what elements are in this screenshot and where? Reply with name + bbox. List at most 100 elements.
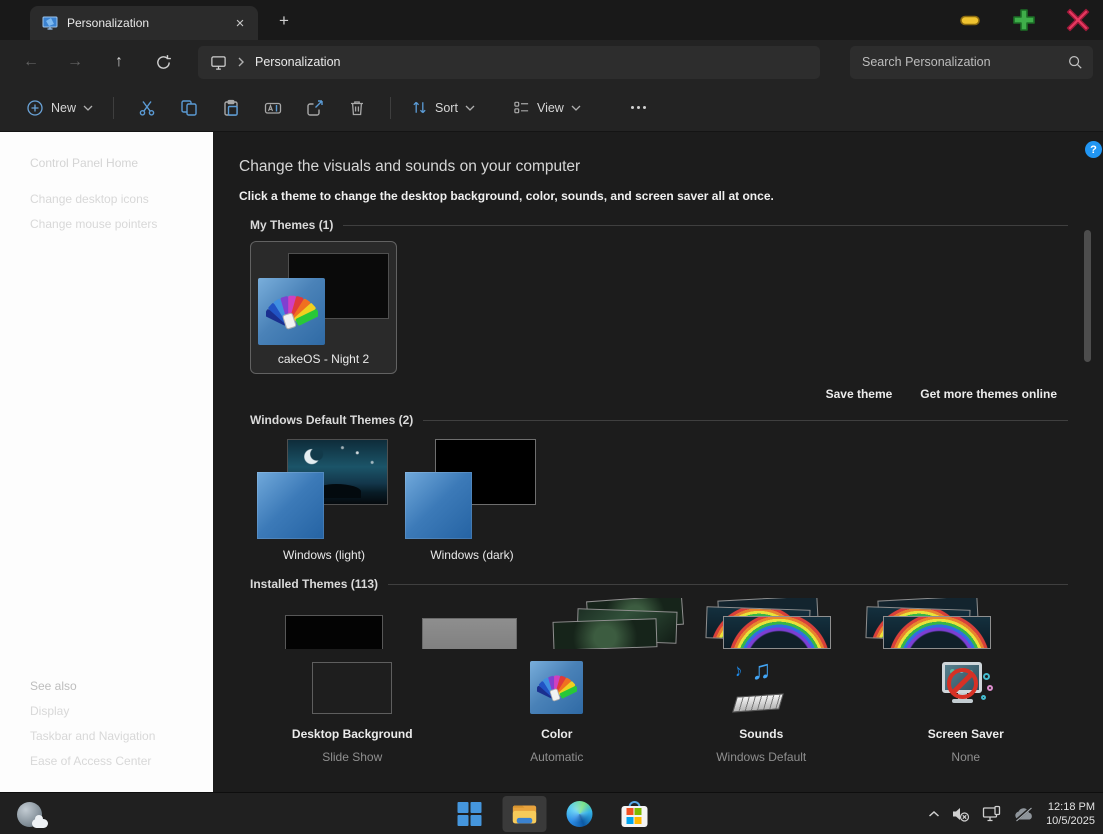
rename-button[interactable] [252,91,294,125]
page-title: Change the visuals and sounds on your co… [239,158,1103,176]
vertical-scrollbar[interactable] [1084,230,1091,362]
forward-button[interactable]: → [58,46,92,78]
close-button[interactable] [1065,7,1091,33]
new-button[interactable]: New [18,93,101,123]
microsoft-store-icon [621,801,647,828]
share-button[interactable] [294,91,336,125]
sidebar-item-change-mouse-pointers[interactable]: Change mouse pointers [30,212,203,237]
page-subtitle: Click a theme to change the desktop back… [239,189,1103,203]
sidebar-item-ease-of-access[interactable]: Ease of Access Center [30,749,203,774]
cut-icon [138,99,156,117]
cut-button[interactable] [126,91,168,125]
theme-name: cakeOS - Night 2 [251,352,396,366]
connected-devices-icon[interactable] [982,805,1002,823]
setting-color[interactable]: Color Automatic [455,661,660,764]
tab-personalization[interactable]: Personalization × [30,6,258,40]
start-button[interactable] [447,796,491,832]
theme-name: Windows (light) [250,548,398,562]
taskbar-clock[interactable]: 12:18 PM 10/5/2025 [1046,800,1095,828]
windows-theme-icon [257,472,324,539]
back-button[interactable]: ← [14,46,48,78]
paste-button[interactable] [210,91,252,125]
view-button[interactable]: View [505,93,589,122]
windows-theme-icon [405,472,472,539]
delete-button[interactable] [336,91,378,125]
sort-button[interactable]: Sort [403,93,483,122]
new-plus-icon [26,99,44,117]
installed-theme-thumbnail[interactable] [422,618,517,649]
theme-cakeos-night-2[interactable]: cakeOS - Night 2 [250,241,397,374]
refresh-button[interactable] [146,46,180,78]
file-explorer-button[interactable] [502,796,546,832]
edge-button[interactable] [557,796,601,832]
see-also-heading: See also [30,674,203,699]
installed-themes-header: Installed Themes (113) [239,577,1103,591]
windows-logo-icon [457,802,481,826]
share-icon [306,99,324,117]
paste-icon [222,99,240,117]
chevron-down-icon [83,105,93,111]
toolbar-divider [113,97,114,119]
setting-screen-saver[interactable]: Screen Saver None [864,661,1069,764]
sidebar-item-display[interactable]: Display [30,699,203,724]
search-box[interactable] [850,46,1093,79]
clock-date: 10/5/2025 [1046,814,1095,828]
save-theme-link[interactable]: Save theme [826,387,893,401]
toolbar-divider [390,97,391,119]
theme-settings-row: Desktop Background Slide Show [239,661,1103,764]
setting-desktop-background[interactable]: Desktop Background Slide Show [250,661,455,764]
default-themes-header: Windows Default Themes (2) [239,413,1103,427]
breadcrumb-location[interactable]: Personalization [255,55,340,69]
file-explorer-icon [510,801,538,827]
close-icon [1065,7,1091,33]
taskbar-center [447,796,656,832]
sort-icon [411,99,428,116]
minimize-button[interactable] [957,7,983,33]
setting-sounds[interactable]: ♪ ♫ Sounds Windows Default [659,661,864,764]
control-panel-sidebar: Control Panel Home Change desktop icons … [0,132,213,792]
main-content: ? Change the visuals and sounds on your … [213,132,1103,792]
theme-name: Windows (dark) [398,548,546,562]
chevron-down-icon [571,105,581,111]
get-more-themes-link[interactable]: Get more themes online [920,387,1057,401]
taskbar: 12:18 PM 10/5/2025 [0,792,1103,834]
system-tray: 12:18 PM 10/5/2025 [928,793,1095,834]
address-bar[interactable]: Personalization [198,46,820,79]
tab-title: Personalization [67,16,221,30]
search-icon [1067,54,1083,70]
breadcrumb-chevron-icon [237,57,245,67]
theme-windows-light[interactable]: Windows (light) [250,436,398,566]
up-button[interactable]: ↑ [102,46,136,78]
search-input[interactable] [862,55,1067,69]
hidden-icons-chevron[interactable] [928,810,940,818]
window-controls [957,0,1091,40]
tab-close-icon[interactable]: × [230,13,250,33]
sounds-icon: ♪ ♫ [732,661,790,714]
onedrive-offline-icon[interactable] [1013,806,1035,822]
my-themes-header: My Themes (1) [239,218,1103,232]
copy-button[interactable] [168,91,210,125]
installed-theme-thumbnail[interactable] [285,615,383,649]
maximize-button[interactable] [1011,7,1037,33]
widgets-button[interactable] [6,796,52,832]
weather-moon-icon [17,802,42,827]
app-body: Control Panel Home Change desktop icons … [0,132,1103,792]
help-button[interactable]: ? [1085,141,1102,158]
theme-windows-dark[interactable]: Windows (dark) [398,436,546,566]
see-more-button[interactable] [623,98,654,117]
theme-actions: Save theme Get more themes online [239,387,1103,401]
command-toolbar: New Sort View [0,84,1103,132]
microsoft-store-button[interactable] [612,796,656,832]
new-tab-button[interactable]: + [272,9,296,33]
explorer-window: Personalization × + ← → ↑ Personalizatio… [0,0,1103,834]
sidebar-item-change-desktop-icons[interactable]: Change desktop icons [30,187,203,212]
default-themes-row: Windows (light) Windows (dark) [239,436,1103,566]
installed-themes-row [250,598,1068,649]
screen-saver-icon [936,661,996,714]
volume-muted-icon[interactable] [951,805,971,823]
clock-time: 12:18 PM [1046,800,1095,814]
personalization-icon [42,15,58,31]
sidebar-item-taskbar-and-navigation[interactable]: Taskbar and Navigation [30,724,203,749]
titlebar: Personalization × + [0,0,1103,40]
sidebar-item-control-panel-home[interactable]: Control Panel Home [30,156,203,170]
